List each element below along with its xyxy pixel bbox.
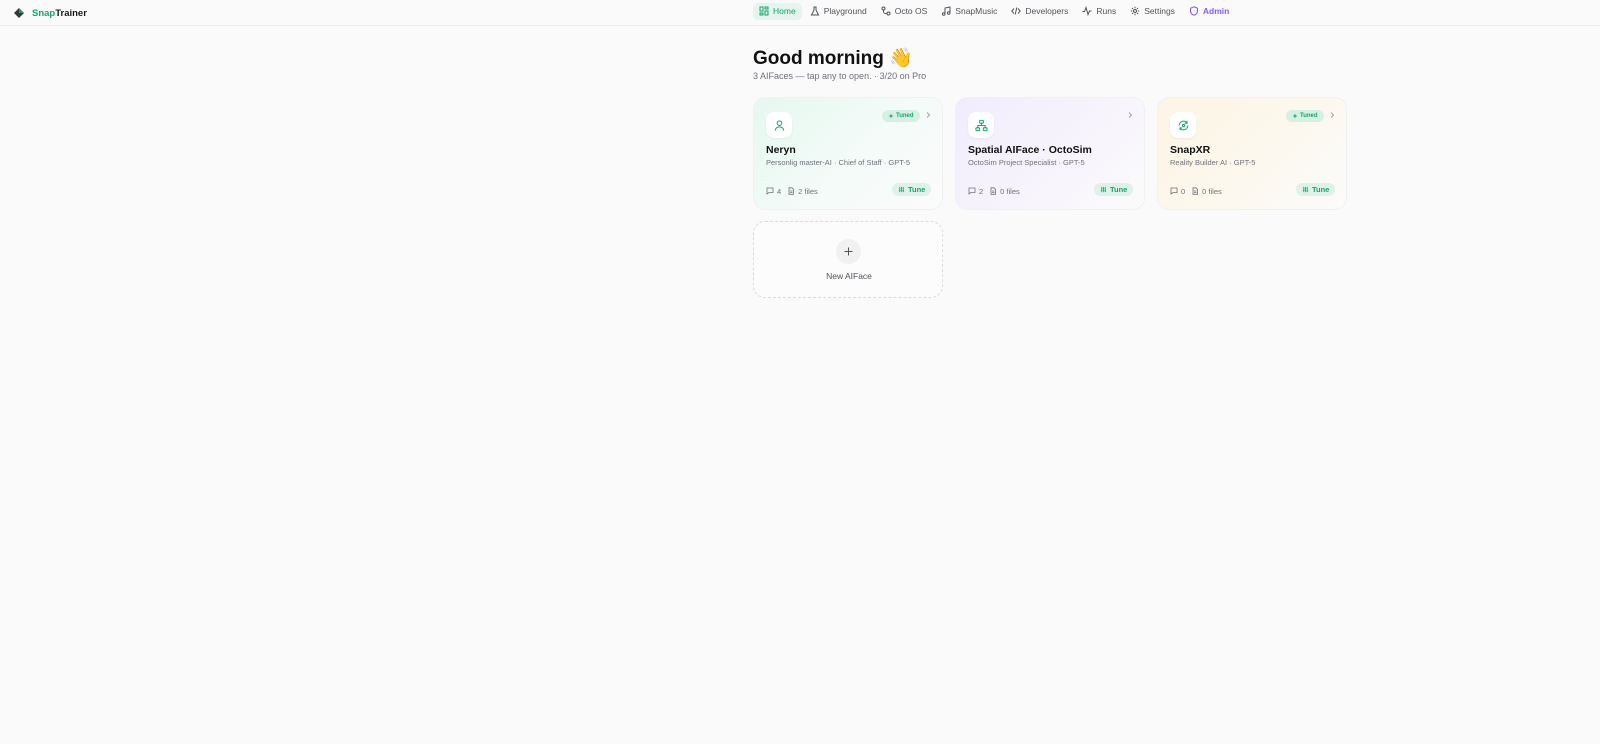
nav-snapmusic[interactable]: SnapMusic [935, 3, 1003, 20]
aiface-avatar [968, 112, 994, 138]
chat-count: 0 [1170, 187, 1185, 196]
brand-name-part2: Trainer [55, 7, 87, 19]
file-icon [788, 187, 795, 195]
grid-icon [759, 6, 769, 16]
file-count-value: 0 files [1202, 186, 1222, 196]
chat-icon [968, 187, 976, 195]
aiface-card[interactable]: Spatial AIFace · OctoSim OctoSim Project… [955, 97, 1145, 210]
file-count: 0 files [1191, 187, 1222, 196]
aiface-role: OctoSim Project Specialist · GPT-5 [968, 158, 1085, 167]
nav-octo-os-label: Octo OS [894, 6, 928, 16]
brand-name-part1: Snap [32, 7, 56, 19]
new-aiface-button[interactable]: New AIFace [753, 221, 943, 298]
aiface-stats: 0 0 files [1170, 186, 1222, 196]
aiface-name: SnapXR [1170, 144, 1211, 156]
main-nav: Home Playground Octo OS SnapMusic Develo… [753, 2, 1235, 20]
file-count-value: 2 files [798, 186, 818, 196]
user-icon [774, 119, 784, 131]
aiface-avatar [766, 112, 792, 138]
gear-icon [1131, 6, 1140, 16]
nav-admin[interactable]: Admin [1183, 3, 1235, 20]
aiface-role: Reality Builder AI · GPT-5 [1170, 158, 1256, 167]
sliders-icon [1302, 186, 1309, 193]
tune-button-label: Tune [1312, 185, 1330, 194]
sparkle-icon [888, 113, 894, 119]
chevron-right-icon [1128, 112, 1133, 118]
brand-logo[interactable]: SnapTrainer [14, 5, 87, 21]
sparkle-icon [1292, 113, 1298, 119]
tuned-badge-label: Tuned [896, 113, 914, 119]
aiface-card[interactable]: Tuned Neryn Personlig master-AI · Chief … [753, 97, 943, 210]
tuned-badge-label: Tuned [1300, 113, 1318, 119]
code-icon [1011, 7, 1022, 15]
nav-snapmusic-label: SnapMusic [955, 6, 998, 16]
nav-octo-os[interactable]: Octo OS [875, 3, 934, 20]
tune-button-label: Tune [908, 185, 926, 194]
nav-runs[interactable]: Runs [1076, 3, 1122, 20]
nav-home-label: Home [773, 6, 796, 16]
sliders-icon [1100, 186, 1107, 193]
diamond-logo-icon [14, 8, 24, 18]
chevron-right-icon [1330, 112, 1335, 118]
nav-runs-label: Runs [1096, 6, 1117, 16]
page-title: Good morning 👋 [753, 48, 913, 69]
aiface-avatar [1170, 112, 1196, 138]
activity-icon [1082, 6, 1092, 16]
network-icon [974, 119, 988, 131]
chat-count: 4 [766, 187, 781, 196]
tuned-badge: Tuned [1286, 110, 1324, 122]
file-count: 0 files [989, 187, 1020, 196]
top-bar: SnapTrainer Home Playground Octo OS Snap… [0, 0, 1600, 26]
chat-count-value: 4 [777, 186, 782, 196]
music-icon [942, 6, 951, 16]
shield-icon [1189, 6, 1198, 16]
sliders-icon [898, 186, 905, 193]
nav-settings-label: Settings [1144, 6, 1175, 16]
nav-playground-label: Playground [823, 6, 867, 16]
file-icon [1192, 187, 1199, 195]
chevron-right-icon [926, 112, 931, 118]
chat-count: 2 [968, 187, 983, 196]
cycle-icon [1178, 120, 1188, 130]
aiface-role: Personlig master-AI · Chief of Staff · G… [766, 158, 911, 167]
nav-admin-label: Admin [1202, 6, 1230, 16]
chat-count-value: 0 [1181, 186, 1186, 196]
page-subtitle: 3 AIFaces — tap any to open. · 3/20 on P… [753, 71, 927, 81]
chat-count-value: 2 [979, 186, 984, 196]
nav-home[interactable]: Home [753, 2, 802, 20]
file-count: 2 files [787, 187, 818, 196]
nav-settings[interactable]: Settings [1124, 3, 1181, 20]
tuned-badge: Tuned [882, 110, 920, 122]
flask-icon [810, 6, 819, 16]
file-count-value: 0 files [1000, 186, 1020, 196]
chat-icon [766, 187, 774, 195]
tune-button-label: Tune [1110, 185, 1128, 194]
route-icon [881, 6, 891, 16]
nav-developers-label: Developers [1025, 6, 1069, 16]
plus-icon-wrap [836, 239, 861, 264]
aiface-stats: 4 2 files [766, 186, 818, 196]
file-icon [990, 187, 997, 195]
aiface-stats: 2 0 files [968, 186, 1020, 196]
aiface-card[interactable]: Tuned SnapXR Reality Builder AI · GPT-5 … [1157, 97, 1347, 210]
tune-button[interactable]: Tune [1296, 183, 1336, 196]
aiface-name: Spatial AIFace · OctoSim [968, 144, 1092, 156]
new-aiface-label: New AIFace [826, 271, 872, 281]
chat-icon [1170, 187, 1178, 195]
nav-playground[interactable]: Playground [804, 3, 873, 20]
plus-icon [844, 247, 853, 256]
tune-button[interactable]: Tune [1094, 183, 1134, 196]
aiface-name: Neryn [766, 144, 796, 156]
tune-button[interactable]: Tune [892, 183, 932, 196]
nav-developers[interactable]: Developers [1005, 3, 1074, 20]
